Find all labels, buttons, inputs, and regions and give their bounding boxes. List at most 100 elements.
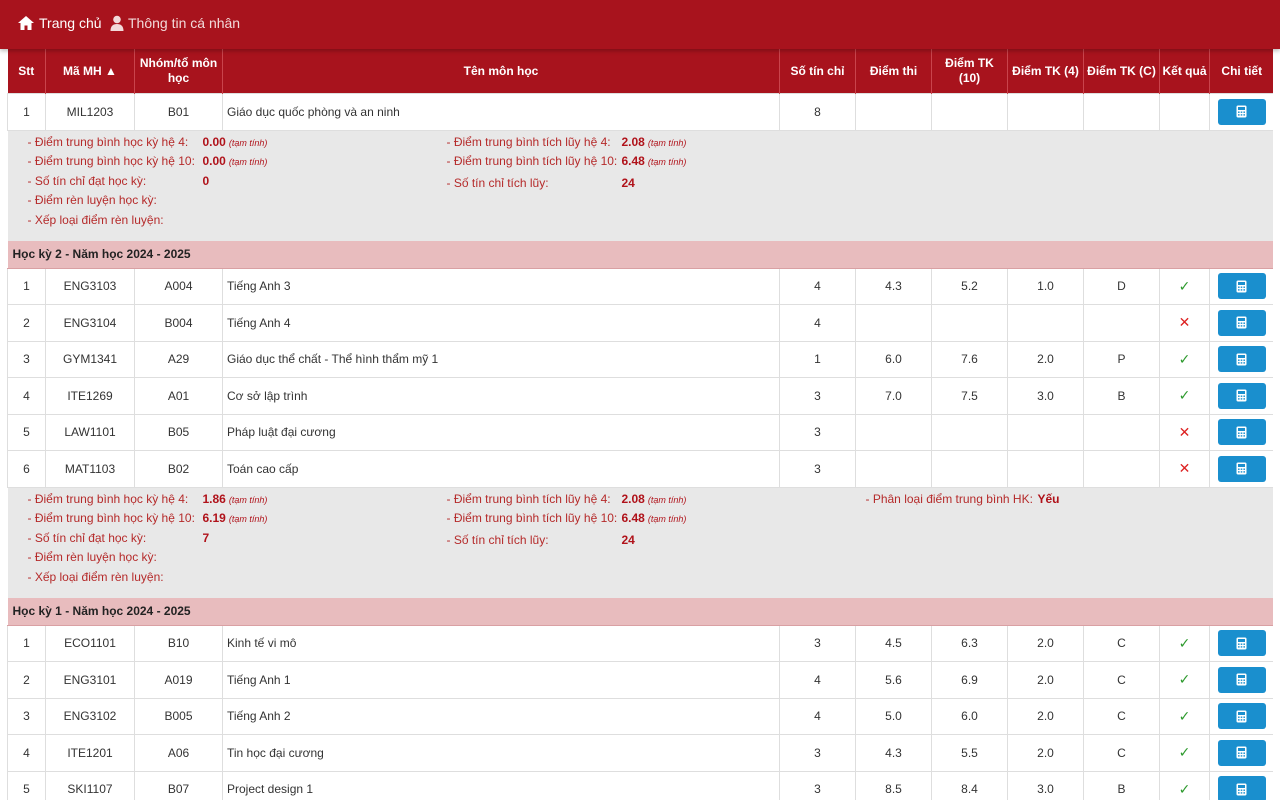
nav-home-link[interactable]: Trang chủ <box>17 0 102 46</box>
summary-line: - Điểm trung bình học kỳ hệ 4: 0.00 (tạm t… <box>27 134 268 155</box>
summary-line: - Điểm trung bình học kỳ hệ 10: 0.00 (tạm … <box>27 154 268 174</box>
grades-table-container[interactable]: Stt Mã MH ▲ Nhóm/tổ môn học Tên môn học … <box>7 49 1273 800</box>
detail-button[interactable] <box>1217 455 1266 482</box>
header-diem-tkc[interactable]: Điểm TK (C) <box>1083 49 1160 94</box>
cell-ket-qua: ✓ <box>1159 340 1210 378</box>
detail-button[interactable] <box>1217 419 1266 446</box>
summary-note: (tạm tính) <box>647 157 687 167</box>
cell-ma-mh: MIL1203 <box>45 93 135 131</box>
top-navbar: Trang chủ Thông tin cá nhân <box>0 0 1280 49</box>
summary-label: - Điểm trung bình học kỳ hệ 4: <box>27 134 189 149</box>
cell-diem-tk4: 1.0 <box>1007 267 1084 305</box>
header-ket-qua[interactable]: Kết quả <box>1159 49 1210 94</box>
summary-note: (tạm tính) <box>228 514 268 524</box>
cell-ten-mon-hoc: Tiếng Anh 1 <box>222 661 780 699</box>
cell-diem-tkc: C <box>1083 697 1160 735</box>
cell-diem-tkc: C <box>1083 661 1160 699</box>
header-ten-mon-hoc[interactable]: Tên môn học <box>222 49 780 94</box>
course-row: 3 GYM1341 A29 Giáo dục thể chất - Thể hình … <box>7 340 1273 378</box>
table-header: Stt Mã MH ▲ Nhóm/tổ môn học Tên môn học … <box>7 49 1273 94</box>
calculator-icon <box>1236 637 1247 650</box>
course-row: 4 ITE1269 A01 Cơ sở lập trình 3 7.0 7.5 3.0 B ✓ <box>7 377 1273 415</box>
cell-ma-mh: GYM1341 <box>45 340 135 378</box>
detail-button[interactable] <box>1217 703 1266 730</box>
cell-diem-tk4: 2.0 <box>1007 697 1084 735</box>
semester-header: Học kỳ 2 - Năm học 2024 - 2025 <box>7 240 1273 269</box>
cell-diem-thi: 5.0 <box>855 697 932 735</box>
summary-cell: - Điểm trung bình học kỳ hệ 4: 0.00 (tạm t… <box>7 130 1273 241</box>
summary-note: (tạm tính) <box>647 137 687 148</box>
detail-button[interactable] <box>1217 273 1266 300</box>
calculator-icon <box>1236 783 1247 796</box>
cell-so-tin-chi: 4 <box>779 697 856 735</box>
cell-stt: 4 <box>7 734 46 772</box>
detail-button[interactable] <box>1217 98 1266 125</box>
table-body: 1 MIL1203 B01 Giáo dục quốc phòng và an nin… <box>7 93 1273 800</box>
summary-label: - Phân loại điểm trung bình HK: <box>865 491 1033 506</box>
check-icon: ✓ <box>1178 634 1191 651</box>
detail-button[interactable] <box>1217 630 1266 657</box>
summary-value: 2.08 (tạm tính) <box>621 491 687 506</box>
cell-diem-tk4: 2.0 <box>1007 340 1084 378</box>
detail-button[interactable] <box>1217 309 1266 336</box>
header-nhom[interactable]: Nhóm/tổ môn học <box>134 49 223 94</box>
header-so-tin-chi[interactable]: Số tín chỉ <box>779 49 856 94</box>
calculator-icon <box>1236 316 1247 329</box>
nav-profile-link[interactable]: Thông tin cá nhân <box>110 0 240 46</box>
cell-diem-tk4 <box>1007 450 1084 488</box>
cell-diem-tk10: 5.5 <box>931 734 1008 772</box>
summary-line: - Phân loại điểm trung bình HK: Yếu <box>865 491 1060 512</box>
detail-button[interactable] <box>1217 666 1266 693</box>
header-stt[interactable]: Stt <box>7 49 46 94</box>
cell-chi-tiet <box>1209 697 1273 735</box>
summary-label: - Điểm trung bình tích lũy hệ 4: <box>446 491 611 506</box>
cell-diem-tk10 <box>931 93 1008 131</box>
cell-diem-tk10 <box>931 450 1008 488</box>
cell-ten-mon-hoc: Tiếng Anh 2 <box>222 697 780 735</box>
header-diem-tk10[interactable]: Điểm TK (10) <box>931 49 1008 94</box>
summary-cell: - Điểm trung bình học kỳ hệ 4: 1.86 (tạm t… <box>7 487 1273 598</box>
summary-label: - Điểm trung bình học kỳ hệ 10: <box>27 154 195 168</box>
cell-stt: 4 <box>7 377 46 415</box>
summary-line: - Điểm trung bình học kỳ hệ 4: 1.86 (tạm t… <box>27 491 268 512</box>
summary-label: - Điểm trung bình học kỳ hệ 10: <box>27 511 195 525</box>
cell-ket-qua: ✕ <box>1159 450 1210 488</box>
cell-chi-tiet <box>1209 770 1273 800</box>
header-diem-tk4[interactable]: Điểm TK (4) <box>1007 49 1084 94</box>
summary-label: - Điểm trung bình tích lũy hệ 10: <box>446 154 618 168</box>
check-icon: ✓ <box>1178 707 1191 724</box>
summary-value: 6.19 (tạm tính) <box>202 511 268 525</box>
summary-label: - Xếp loại điểm rèn luyện: <box>27 212 164 227</box>
semester-summary: - Điểm trung bình học kỳ hệ 4: 0.00 (tạm t… <box>7 130 1273 241</box>
cell-ma-mh: ENG3101 <box>45 661 135 699</box>
cell-so-tin-chi: 3 <box>779 377 856 415</box>
semester-title: Học kỳ 2 - Năm học 2024 - 2025 <box>7 240 1273 269</box>
summary-label: - Điểm trung bình học kỳ hệ 4: <box>27 491 189 506</box>
calculator-icon <box>1236 673 1247 686</box>
cell-ten-mon-hoc: Cơ sở lập trình <box>222 377 780 415</box>
semester-title: Học kỳ 1 - Năm học 2024 - 2025 <box>7 597 1273 626</box>
detail-button[interactable] <box>1217 346 1266 373</box>
calculator-icon <box>1236 746 1247 759</box>
summary-label: - Điểm trung bình tích lũy hệ 10: <box>446 511 618 525</box>
cell-diem-tk10: 6.0 <box>931 697 1008 735</box>
cell-ma-mh: MAT1103 <box>45 450 135 488</box>
cell-ma-mh: ENG3102 <box>45 697 135 735</box>
header-diem-thi[interactable]: Điểm thi <box>855 49 932 94</box>
cell-ket-qua: ✓ <box>1159 267 1210 305</box>
check-icon: ✓ <box>1178 780 1191 797</box>
detail-button[interactable] <box>1217 776 1266 800</box>
cell-diem-tkc <box>1083 413 1160 451</box>
summary-note: (tạm tính) <box>228 137 268 148</box>
header-chi-tiet[interactable]: Chi tiết <box>1209 49 1273 94</box>
cross-icon: ✕ <box>1178 423 1191 440</box>
course-row: 2 ENG3104 B004 Tiếng Anh 4 4 ✕ <box>7 304 1273 342</box>
detail-button[interactable] <box>1217 382 1266 409</box>
summary-value: 1.86 (tạm tính) <box>202 491 268 506</box>
cell-ten-mon-hoc: Giáo dục quốc phòng và an ninh <box>222 93 780 131</box>
detail-button[interactable] <box>1217 739 1266 766</box>
course-row: 1 ENG3103 A004 Tiếng Anh 3 4 4.3 5.2 1.0 D ✓ <box>7 267 1273 305</box>
cell-chi-tiet <box>1209 413 1273 451</box>
header-ma-mh[interactable]: Mã MH ▲ <box>45 49 135 94</box>
semester-summary: - Điểm trung bình học kỳ hệ 4: 1.86 (tạm t… <box>7 487 1273 598</box>
